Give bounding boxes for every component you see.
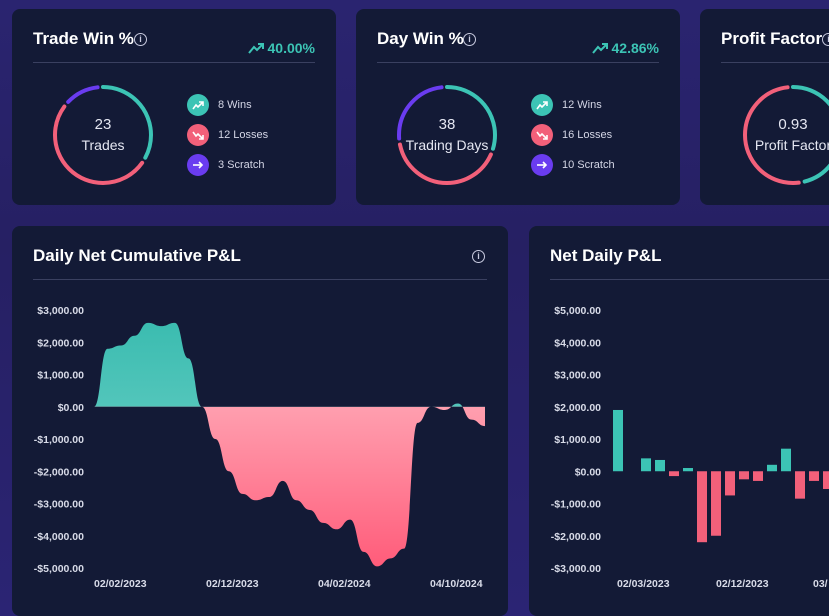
net-daily-pnl-chart: $5,000.00 $4,000.00 $3,000.00 $2,000.00 $1,0… [551,305,829,590]
legend-wins: 12 Wins [531,94,615,116]
profit-factor-card: Profit Factor i 0.93 Profit Factor [700,9,829,205]
y-tick-label: $1,000.00 [37,370,84,382]
center-value: 0.93 [778,116,808,133]
bar[interactable] [781,448,791,472]
card-title: Trade Win % [33,29,134,48]
bar[interactable] [669,471,679,477]
trending-up-icon [591,43,608,54]
x-tick-label: 03/ [813,578,828,590]
y-tick-label: -$3,000.00 [551,563,601,575]
y-tick-label: -$1,000.00 [34,434,84,446]
y-tick-label: $3,000.00 [37,305,84,317]
wins-label: 8 Wins [218,99,252,111]
bar[interactable] [725,471,735,496]
bar[interactable] [795,471,805,499]
wins-label: 12 Wins [562,99,602,111]
trending-up-icon [247,43,264,54]
y-tick-label: -$4,000.00 [34,531,84,543]
x-tick-label: 02/12/2023 [716,578,769,590]
y-tick-label: $4,000.00 [554,337,601,349]
bar[interactable] [767,464,777,472]
y-tick-label: $2,000.00 [554,402,601,414]
legend-losses: 16 Losses [531,124,615,146]
legend-wins: 8 Wins [187,94,268,116]
info-icon[interactable]: i [463,33,476,46]
y-tick-label: $0.00 [58,402,84,414]
scratch-label: 10 Scratch [562,159,615,171]
bar[interactable] [711,471,721,536]
scratch-label: 3 Scratch [218,159,265,171]
losses-label: 16 Losses [562,129,613,141]
y-tick-label: -$5,000.00 [34,563,84,575]
legend: 12 Wins 16 Losses 10 Scratch [531,94,615,176]
bar[interactable] [683,468,693,472]
center-label: Trading Days [405,137,489,153]
day-win-card: Day Win % i 42.86% 38 Trading Days 12 Wi… [356,9,680,205]
y-tick-label: $3,000.00 [554,370,601,382]
trending-up-icon [531,94,553,116]
center-value: 38 [438,116,456,133]
bar[interactable] [739,471,749,480]
card-title: Day Win % [377,29,464,48]
bar[interactable] [809,471,819,481]
y-tick-label: $0.00 [575,466,601,478]
y-tick-label: -$2,000.00 [34,466,84,478]
y-tick-label: $2,000.00 [37,337,84,349]
bar[interactable] [613,409,623,472]
legend-losses: 12 Losses [187,124,268,146]
x-tick-label: 04/02/2024 [318,578,371,590]
center-label: Trades [81,137,125,153]
donut-center: 0.93 Profit Factor [741,83,829,187]
legend-scratch: 3 Scratch [187,154,268,176]
cumulative-pnl-chart: $3,000.00 $2,000.00 $1,000.00 $0.00 -$1,000.… [34,305,485,590]
cumulative-pnl-card: Daily Net Cumulative P&L i $3,000.00 $2,0… [12,226,508,616]
bar[interactable] [697,471,707,543]
info-icon[interactable]: i [134,33,147,46]
info-icon[interactable]: i [822,33,829,46]
bar[interactable] [753,471,763,481]
trade-win-card: Trade Win % i 40.00% 23 Trades 8 Wins 12… [12,9,336,205]
card-title: Profit Factor [721,29,823,48]
donut-center: 38 Trading Days [395,83,499,187]
bar[interactable] [655,459,665,472]
trending-down-icon [531,124,553,146]
bar[interactable] [823,471,829,489]
legend: 8 Wins 12 Losses 3 Scratch [187,94,268,176]
trend-indicator: 42.86% [591,40,659,56]
x-tick-label: 02/03/2023 [617,578,670,590]
trend-value: 42.86% [611,40,659,56]
legend-scratch: 10 Scratch [531,154,615,176]
x-tick-label: 04/10/2024 [430,578,483,590]
losses-label: 12 Losses [218,129,269,141]
y-tick-label: -$1,000.00 [551,499,601,511]
divider [33,62,315,63]
trend-indicator: 40.00% [247,40,315,56]
net-daily-pnl-card: Net Daily P&L $5,000.00 $4,000.00 $3,000.0… [529,226,829,616]
y-tick-label: -$3,000.00 [34,499,84,511]
bar[interactable] [641,458,651,472]
x-tick-label: 02/12/2023 [206,578,259,590]
arrow-right-icon [187,154,209,176]
trending-down-icon [187,124,209,146]
trend-value: 40.00% [267,40,315,56]
x-tick-label: 02/02/2023 [94,578,147,590]
donut-center: 23 Trades [51,83,155,187]
arrow-right-icon [531,154,553,176]
divider [721,62,829,63]
y-tick-label: -$2,000.00 [551,531,601,543]
center-label: Profit Factor [754,137,829,153]
divider [377,62,659,63]
center-value: 23 [94,116,112,133]
trending-up-icon [187,94,209,116]
y-tick-label: $5,000.00 [554,305,601,317]
y-tick-label: $1,000.00 [554,434,601,446]
